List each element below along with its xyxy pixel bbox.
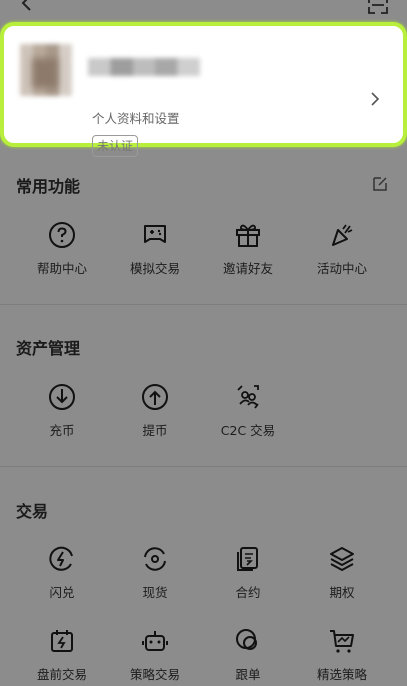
asset-label: 提币 (142, 423, 168, 438)
avatar[interactable] (20, 44, 72, 96)
flash-convert-icon (49, 546, 73, 571)
trade-label: 跟单 (235, 667, 261, 682)
trade-label: 精选策略 (316, 667, 367, 682)
trade-flash-convert[interactable]: 闪兑 (22, 544, 102, 601)
help-icon (49, 222, 75, 248)
trade-contract[interactable]: 合约 (208, 544, 288, 601)
function-label: 活动中心 (316, 261, 367, 276)
spot-icon (144, 547, 166, 571)
c2c-icon (237, 385, 259, 409)
asset-label: 充币 (49, 423, 75, 438)
premarket-icon (51, 630, 73, 652)
contract-icon (237, 547, 258, 571)
profile-card[interactable]: 个人资料和设置 未认证 (0, 22, 407, 157)
asset-withdraw[interactable]: 提币 (115, 382, 195, 439)
function-label: 帮助中心 (36, 261, 87, 276)
options-layers-icon (330, 547, 354, 571)
section-divider (0, 304, 407, 305)
back-arrow-icon[interactable] (18, 0, 36, 12)
function-invite-friends[interactable]: 邀请好友 (208, 220, 288, 277)
section-divider (0, 466, 407, 467)
chevron-right-icon (371, 92, 380, 106)
function-simulated-trading[interactable]: 模拟交易 (115, 220, 195, 277)
function-label: 模拟交易 (129, 261, 180, 276)
trade-label: 闪兑 (49, 585, 75, 600)
asset-deposit[interactable]: 充币 (22, 382, 102, 439)
edit-icon[interactable] (371, 175, 389, 193)
asset-c2c-trading[interactable]: C2C 交易 (208, 382, 288, 439)
section-title-common: 常用功能 (16, 177, 81, 196)
party-popper-icon (332, 224, 353, 246)
function-activity-center[interactable]: 活动中心 (302, 220, 382, 277)
copy-trade-icon (236, 629, 257, 650)
function-label: 邀请好友 (222, 261, 273, 276)
section-title-trade: 交易 (16, 502, 49, 521)
bot-icon (142, 631, 168, 651)
trade-label: 合约 (235, 585, 261, 600)
trade-premarket[interactable]: 盘前交易 (22, 626, 102, 683)
deposit-icon (49, 384, 75, 410)
trade-strategy[interactable]: 策略交易 (115, 626, 195, 683)
asset-label: C2C 交易 (220, 423, 276, 438)
verification-status-badge: 未认证 (92, 135, 139, 157)
gift-icon (236, 224, 260, 247)
profile-settings-label: 个人资料和设置 (92, 111, 180, 126)
function-help-center[interactable]: 帮助中心 (22, 220, 102, 277)
top-bar (0, 0, 407, 20)
trade-label: 盘前交易 (36, 667, 87, 682)
scan-icon[interactable] (367, 0, 389, 15)
trade-copy[interactable]: 跟单 (208, 626, 288, 683)
trade-label: 现货 (142, 585, 168, 600)
gamepad-icon (144, 225, 166, 243)
section-title-assets: 资产管理 (16, 339, 81, 358)
trade-label: 策略交易 (129, 667, 180, 682)
trade-featured-strategy[interactable]: 精选策略 (302, 626, 382, 683)
cart-chart-icon (330, 630, 354, 653)
username-redacted (88, 58, 200, 76)
trade-spot[interactable]: 现货 (115, 544, 195, 601)
trade-options[interactable]: 期权 (302, 544, 382, 601)
trade-label: 期权 (329, 585, 355, 600)
withdraw-icon (142, 384, 168, 410)
